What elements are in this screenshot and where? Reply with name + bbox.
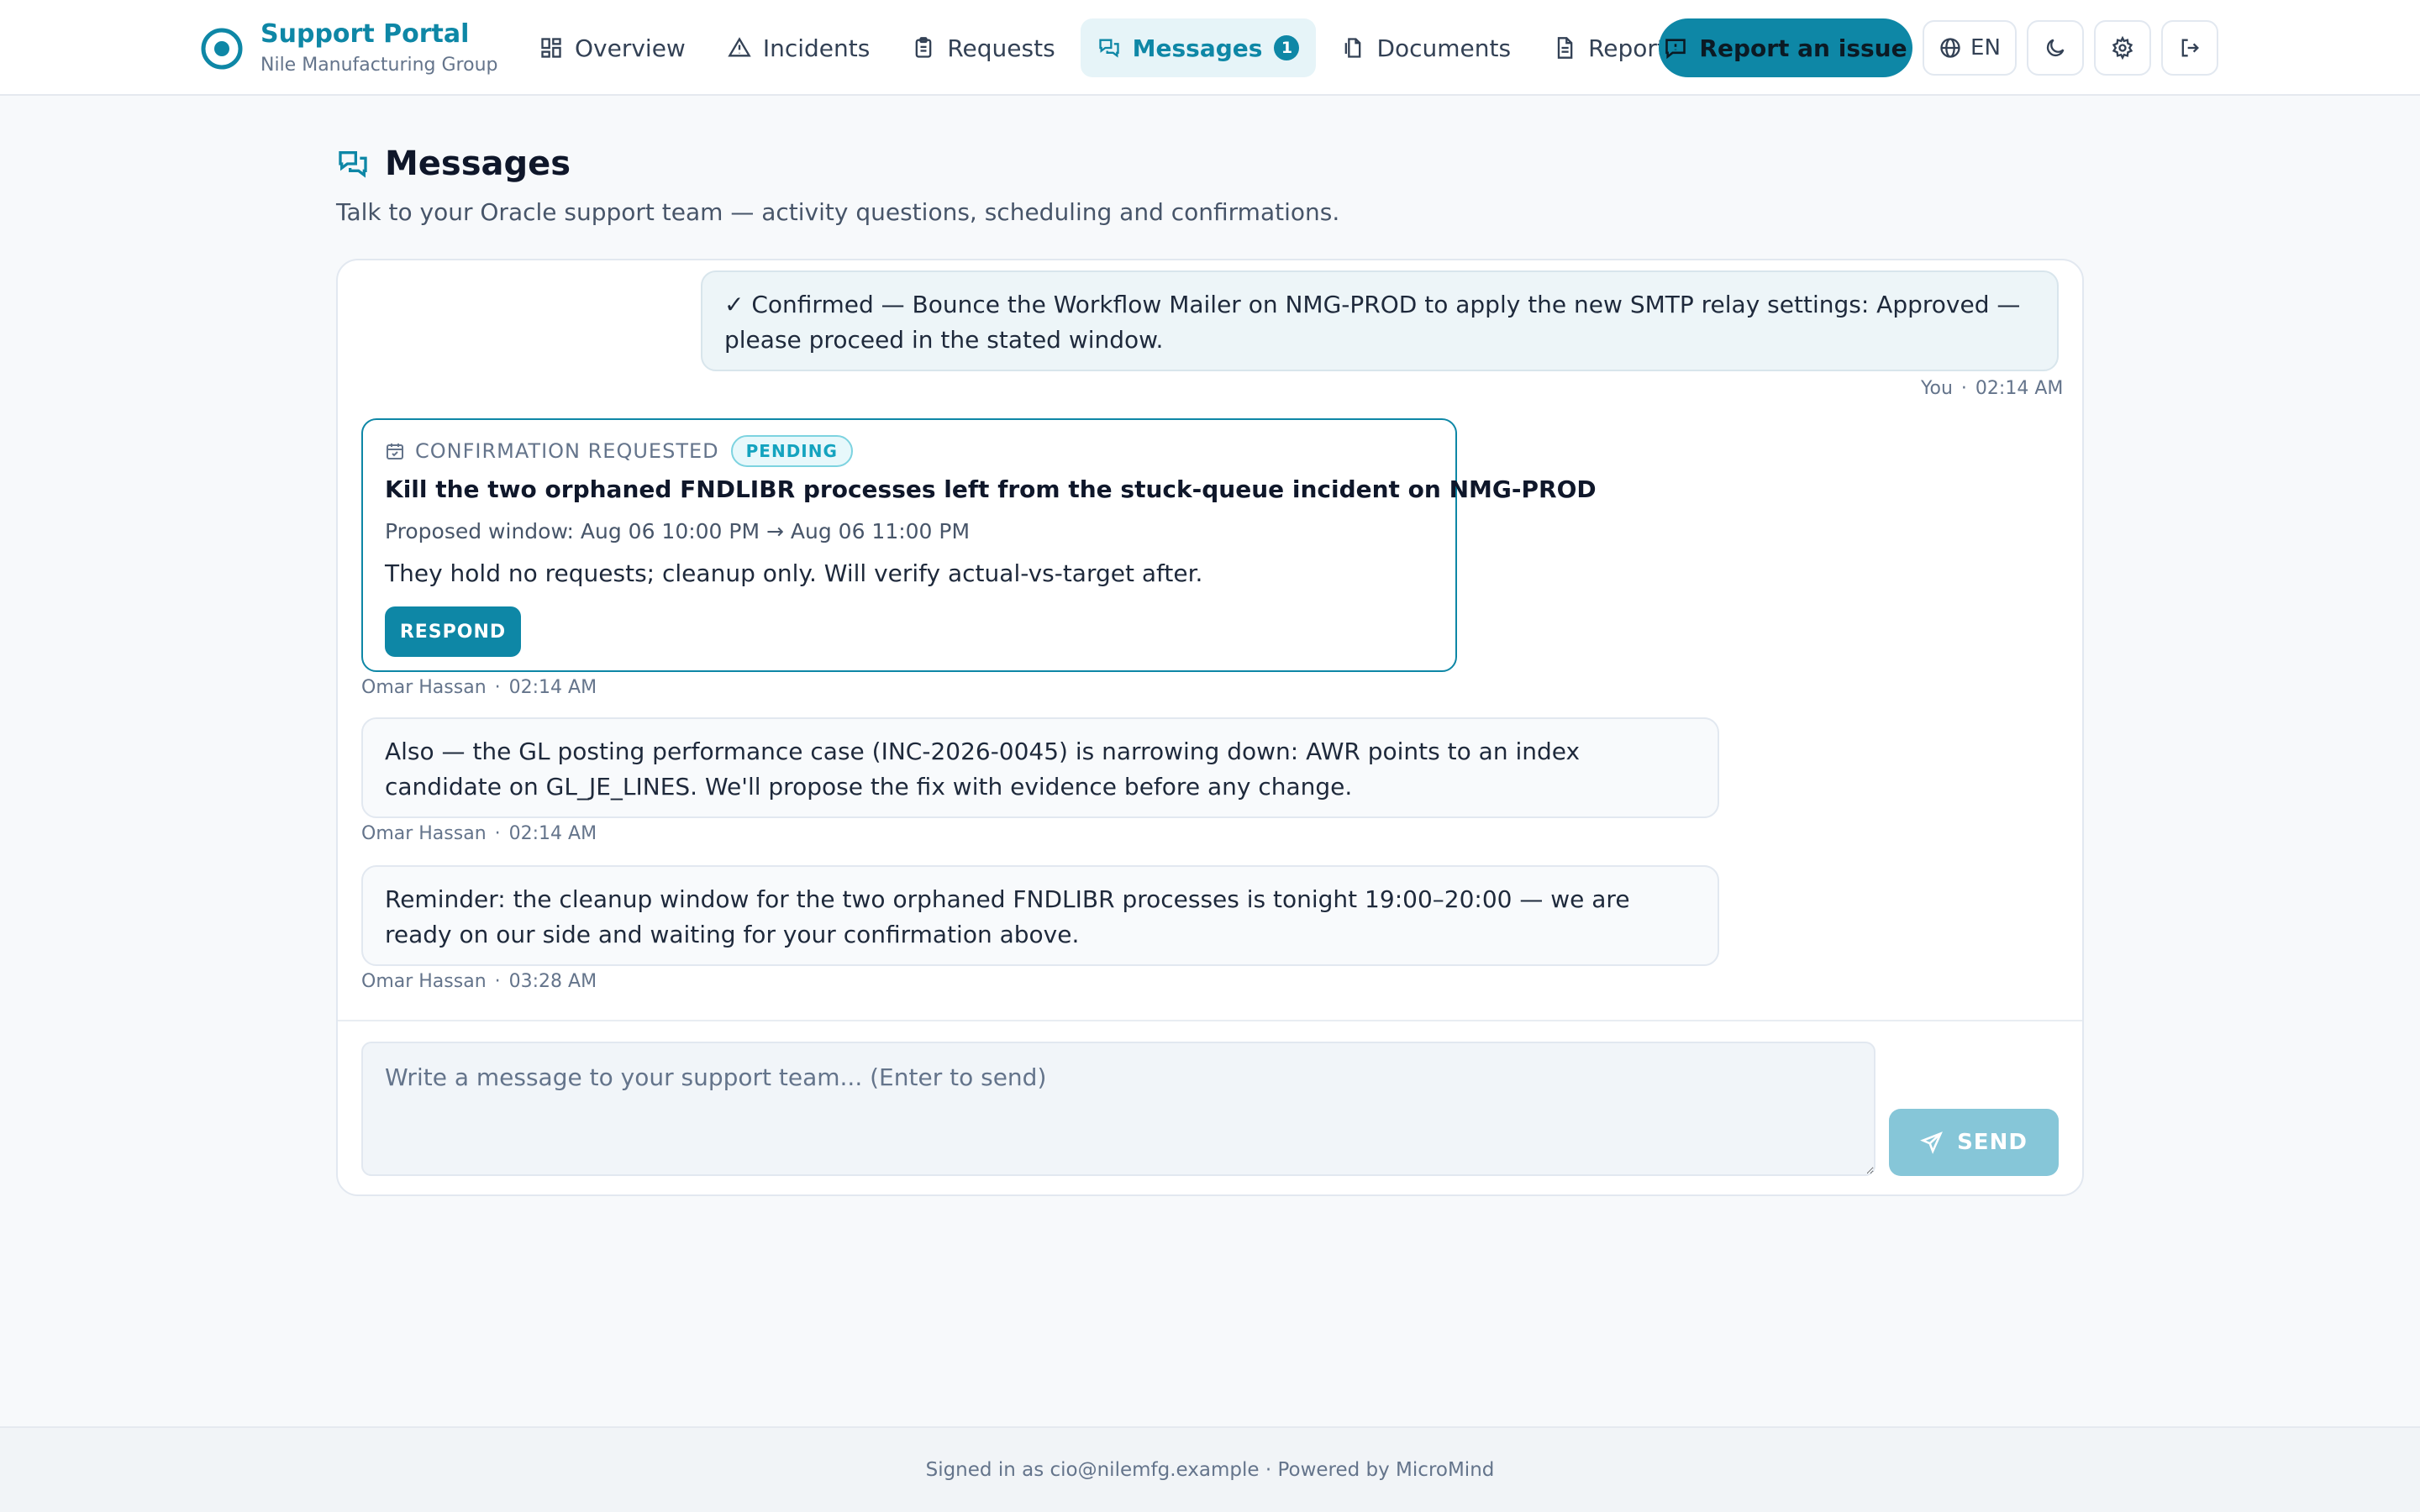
nav-overview[interactable]: Overview	[523, 18, 702, 77]
message-author: You	[1921, 378, 1953, 399]
message-time: 02:14 AM	[508, 677, 597, 698]
globe-icon	[1940, 38, 1960, 58]
message-meta: Omar Hassan · 02:14 AM	[361, 677, 597, 698]
send-button[interactable]: SEND	[1889, 1109, 2059, 1176]
message-author: Omar Hassan	[361, 971, 487, 992]
outgoing-message: ✓ Confirmed — Bounce the Workflow Mailer…	[701, 270, 2059, 371]
page-subtitle: Talk to your Oracle support team — activ…	[336, 198, 1340, 226]
logout-button[interactable]	[2161, 20, 2218, 76]
nav-overview-label: Overview	[575, 34, 686, 62]
nav-documents-label: Documents	[1376, 34, 1512, 62]
confirmation-request-card: CONFIRMATION REQUESTED PENDING Kill the …	[361, 418, 1597, 672]
nav-incidents[interactable]: Incidents	[711, 18, 887, 77]
respond-button[interactable]: RESPOND	[385, 606, 521, 657]
nav-requests-label: Requests	[947, 34, 1055, 62]
message-meta: Omar Hassan · 02:14 AM	[361, 823, 597, 844]
message-alert-icon	[1665, 39, 1686, 60]
warning-triangle-icon	[728, 37, 751, 57]
target-logo-icon	[201, 28, 243, 70]
footer: Signed in as cio@nilemfg.example · Power…	[0, 1426, 2420, 1512]
logout-icon	[2181, 39, 2199, 57]
message-meta: Omar Hassan · 03:28 AM	[361, 971, 597, 992]
unread-count-badge: 1	[1274, 35, 1300, 60]
composer-divider	[338, 1020, 2082, 1021]
theme-toggle-button[interactable]	[2027, 20, 2084, 76]
message-meta: You · 02:14 AM	[1921, 378, 2064, 399]
confirmation-label: CONFIRMATION REQUESTED	[415, 439, 719, 463]
message-author: Omar Hassan	[361, 677, 487, 698]
nav-messages-label: Messages	[1132, 34, 1263, 62]
language-label: EN	[1970, 35, 2001, 60]
settings-button[interactable]	[2094, 20, 2151, 76]
message-author: Omar Hassan	[361, 823, 487, 844]
report-issue-label: Report an issue	[1699, 34, 1907, 62]
brand-name: Support Portal	[260, 19, 470, 49]
incoming-message: Also — the GL posting performance case (…	[361, 717, 1719, 818]
chat-bubbles-icon	[1098, 39, 1119, 58]
nav-documents[interactable]: Documents	[1324, 18, 1528, 77]
page-heading: Messages	[336, 144, 571, 183]
report-issue-button[interactable]: Report an issue	[1659, 18, 1912, 77]
language-button[interactable]: EN	[1923, 20, 2017, 76]
nav-requests[interactable]: Requests	[895, 18, 1071, 77]
confirmation-title: Kill the two orphaned FNDLIBR processes …	[385, 475, 1597, 503]
message-time: 02:14 AM	[1975, 378, 2064, 399]
incoming-message: Reminder: the cleanup window for the two…	[361, 865, 1719, 966]
calendar-check-icon	[387, 444, 403, 459]
status-badge: PENDING	[730, 435, 853, 467]
confirmation-body: They hold no requests; cleanup only. Wil…	[385, 559, 1203, 587]
chat-bubbles-icon	[339, 151, 367, 178]
report-file-icon	[1557, 37, 1573, 59]
brand[interactable]: Support Portal Nile Manufacturing Group	[200, 17, 498, 81]
send-icon	[1920, 1131, 1944, 1154]
page-title: Messages	[385, 144, 571, 183]
message-time: 02:14 AM	[508, 823, 597, 844]
main-nav: Overview Incidents Requests Messages 1 D…	[523, 18, 1696, 77]
gear-icon	[2112, 36, 2133, 60]
moon-icon	[2046, 39, 2065, 57]
documents-icon	[1345, 38, 1361, 58]
brand-org: Nile Manufacturing Group	[260, 55, 498, 76]
grid-icon	[541, 38, 561, 58]
footer-text: Signed in as cio@nilemfg.example · Power…	[925, 1459, 1495, 1481]
top-navigation-bar: Support Portal Nile Manufacturing Group …	[0, 0, 2420, 96]
message-input[interactable]	[361, 1042, 1876, 1176]
proposed-window: Proposed window: Aug 06 10:00 PM → Aug 0…	[385, 519, 971, 543]
nav-messages[interactable]: Messages 1	[1080, 18, 1317, 77]
clipboard-icon	[915, 37, 932, 58]
nav-incidents-label: Incidents	[762, 34, 871, 62]
message-time: 03:28 AM	[508, 971, 597, 992]
send-label: SEND	[1957, 1130, 2028, 1155]
